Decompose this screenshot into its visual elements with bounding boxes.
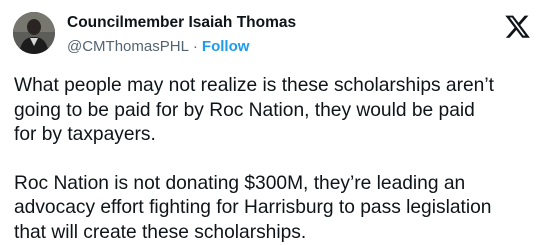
author-handle[interactable]: @CMThomasPHL xyxy=(67,38,189,55)
tweet-card: Councilmember Isaiah Thomas @CMThomasPHL… xyxy=(0,0,547,243)
author-display-name[interactable]: Councilmember Isaiah Thomas xyxy=(67,14,296,32)
profile-photo-icon xyxy=(13,12,55,54)
author-avatar[interactable] xyxy=(13,12,55,54)
tweet-paragraph: What people may not realize is these sch… xyxy=(14,74,539,148)
tweet-paragraph: Roc Nation is not donating $300M, they’r… xyxy=(14,172,539,245)
follow-button[interactable]: Follow xyxy=(202,38,250,55)
tweet-text: What people may not realize is these sch… xyxy=(14,74,539,245)
author-handle-row: @CMThomasPHL·Follow xyxy=(67,38,249,55)
x-logo-icon[interactable] xyxy=(505,15,530,38)
separator-dot: · xyxy=(189,38,202,55)
